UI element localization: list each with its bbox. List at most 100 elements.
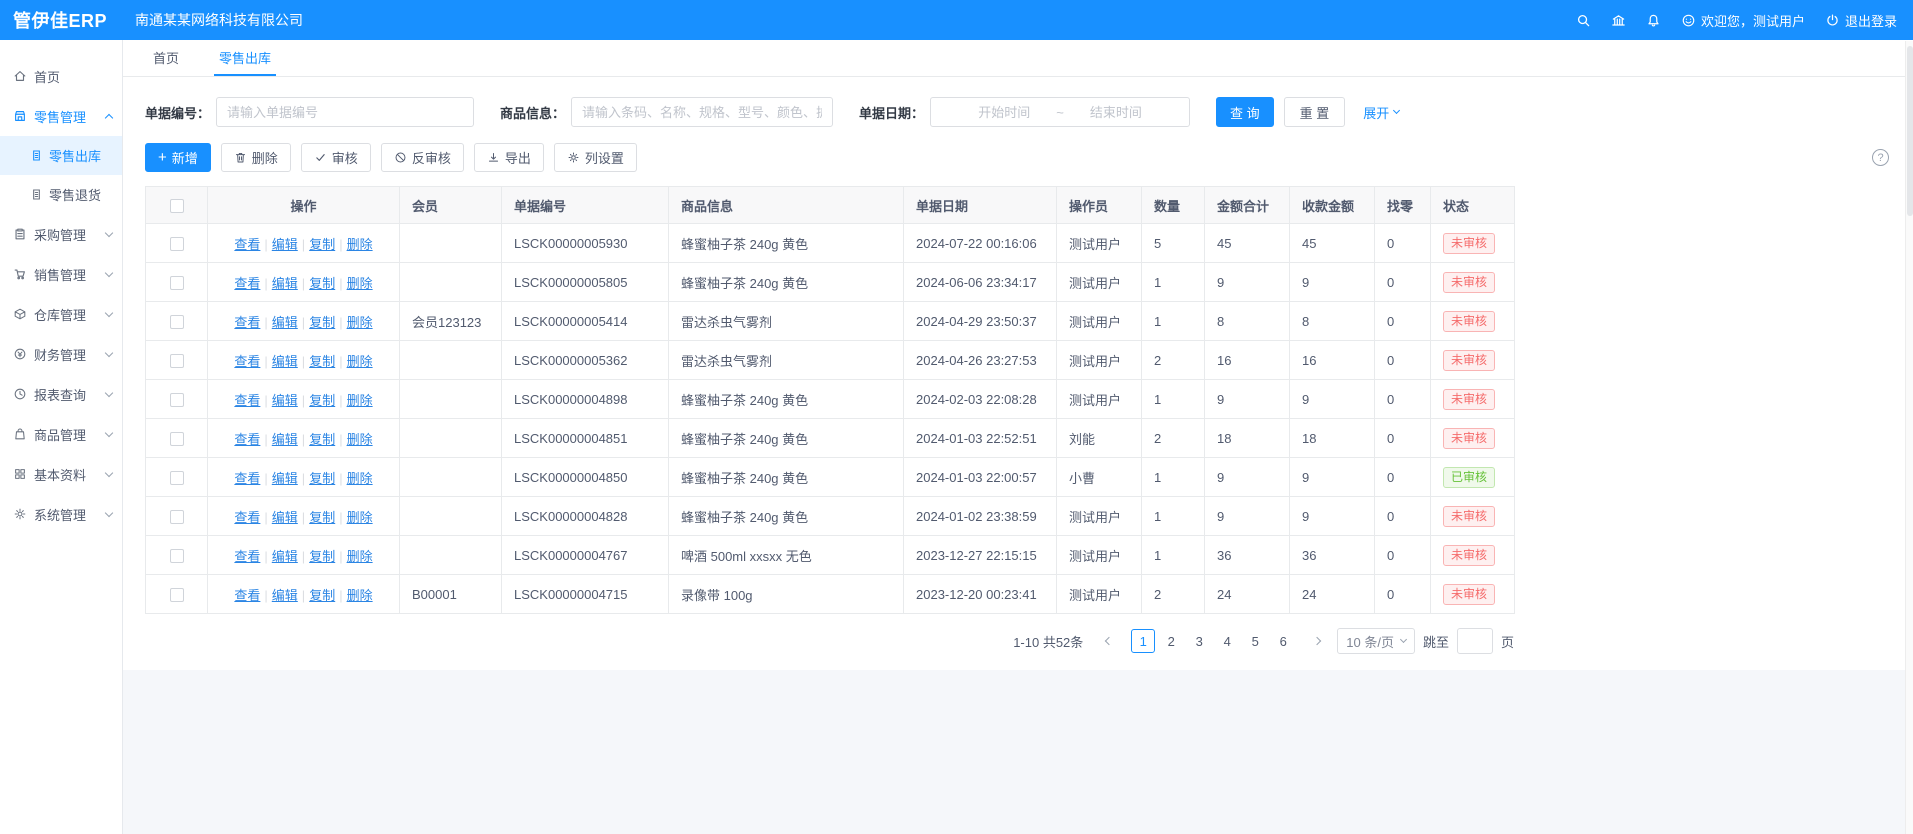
tab-home[interactable]: 首页 bbox=[148, 40, 184, 76]
sidebar-item-retail[interactable]: 零售管理 bbox=[0, 96, 122, 136]
user-welcome[interactable]: 欢迎您，测试用户 bbox=[1681, 11, 1805, 30]
reset-button[interactable]: 重 置 bbox=[1284, 97, 1346, 127]
row-action-view[interactable]: 查看 bbox=[234, 354, 260, 369]
page-number-4[interactable]: 4 bbox=[1215, 629, 1239, 653]
action-separator: | bbox=[302, 276, 305, 291]
add-button[interactable]: + 新增 bbox=[145, 143, 211, 172]
expand-filters-link[interactable]: 展开 bbox=[1363, 103, 1399, 122]
row-action-delete[interactable]: 删除 bbox=[347, 237, 373, 252]
row-action-view[interactable]: 查看 bbox=[234, 471, 260, 486]
row-checkbox[interactable] bbox=[170, 549, 184, 563]
product-info-input[interactable] bbox=[571, 97, 833, 127]
search-icon[interactable] bbox=[1576, 13, 1591, 28]
page-number-5[interactable]: 5 bbox=[1243, 629, 1267, 653]
row-action-delete[interactable]: 删除 bbox=[347, 393, 373, 408]
sidebar-item-warehouse[interactable]: 仓库管理 bbox=[0, 294, 122, 334]
page-size-select[interactable]: 10 条/页 bbox=[1337, 628, 1415, 654]
row-action-edit[interactable]: 编辑 bbox=[272, 354, 298, 369]
row-action-delete[interactable]: 删除 bbox=[347, 432, 373, 447]
column-header-amount: 金额合计 bbox=[1205, 187, 1290, 224]
unaudit-button[interactable]: 反审核 bbox=[381, 143, 464, 172]
row-action-copy[interactable]: 复制 bbox=[309, 549, 335, 564]
row-action-delete[interactable]: 删除 bbox=[347, 354, 373, 369]
sidebar-item-purchase[interactable]: 采购管理 bbox=[0, 214, 122, 254]
select-all-checkbox[interactable] bbox=[170, 199, 184, 213]
column-settings-button[interactable]: 列设置 bbox=[554, 143, 637, 172]
prev-page-button[interactable] bbox=[1097, 629, 1121, 653]
row-action-view[interactable]: 查看 bbox=[234, 588, 260, 603]
page-number-6[interactable]: 6 bbox=[1271, 629, 1295, 653]
sidebar-item-finance[interactable]: 财务管理 bbox=[0, 334, 122, 374]
page-number-1[interactable]: 1 bbox=[1131, 629, 1155, 653]
row-checkbox[interactable] bbox=[170, 354, 184, 368]
help-icon[interactable]: ? bbox=[1872, 149, 1889, 166]
row-action-edit[interactable]: 编辑 bbox=[272, 393, 298, 408]
row-action-delete[interactable]: 删除 bbox=[347, 315, 373, 330]
row-action-copy[interactable]: 复制 bbox=[309, 432, 335, 447]
page-number-2[interactable]: 2 bbox=[1159, 629, 1183, 653]
jump-page-input[interactable] bbox=[1457, 628, 1493, 654]
sidebar-item-basic-data[interactable]: 基本资料 bbox=[0, 454, 122, 494]
row-action-delete[interactable]: 删除 bbox=[347, 471, 373, 486]
row-action-view[interactable]: 查看 bbox=[234, 510, 260, 525]
row-action-view[interactable]: 查看 bbox=[234, 549, 260, 564]
row-action-copy[interactable]: 复制 bbox=[309, 588, 335, 603]
sidebar-item-goods[interactable]: 商品管理 bbox=[0, 414, 122, 454]
notification-bell-icon[interactable] bbox=[1646, 13, 1661, 28]
row-action-edit[interactable]: 编辑 bbox=[272, 588, 298, 603]
date-end-input[interactable] bbox=[1068, 105, 1164, 120]
row-action-delete[interactable]: 删除 bbox=[347, 549, 373, 564]
row-checkbox[interactable] bbox=[170, 471, 184, 485]
row-action-view[interactable]: 查看 bbox=[234, 276, 260, 291]
row-action-view[interactable]: 查看 bbox=[234, 237, 260, 252]
sidebar-item-retail-outbound[interactable]: 零售出库 bbox=[0, 136, 122, 175]
row-action-view[interactable]: 查看 bbox=[234, 315, 260, 330]
row-checkbox[interactable] bbox=[170, 588, 184, 602]
row-action-edit[interactable]: 编辑 bbox=[272, 315, 298, 330]
tab-retail-outbound[interactable]: 零售出库 bbox=[214, 40, 276, 76]
sidebar-item-reports[interactable]: 报表查询 bbox=[0, 374, 122, 414]
search-button[interactable]: 查 询 bbox=[1216, 97, 1274, 127]
sidebar-item-home[interactable]: 首页 bbox=[0, 56, 122, 96]
row-checkbox[interactable] bbox=[170, 237, 184, 251]
row-action-edit[interactable]: 编辑 bbox=[272, 471, 298, 486]
scrollbar-thumb[interactable] bbox=[1907, 46, 1913, 216]
row-action-copy[interactable]: 复制 bbox=[309, 471, 335, 486]
row-action-edit[interactable]: 编辑 bbox=[272, 549, 298, 564]
export-button[interactable]: 导出 bbox=[474, 143, 544, 172]
row-action-copy[interactable]: 复制 bbox=[309, 315, 335, 330]
page-number-3[interactable]: 3 bbox=[1187, 629, 1211, 653]
row-action-edit[interactable]: 编辑 bbox=[272, 432, 298, 447]
logout-button[interactable]: 退出登录 bbox=[1825, 11, 1897, 30]
row-action-delete[interactable]: 删除 bbox=[347, 276, 373, 291]
scrollbar[interactable] bbox=[1905, 41, 1913, 834]
row-action-view[interactable]: 查看 bbox=[234, 432, 260, 447]
toolbar: + 新增 删除 审核 反审核 bbox=[145, 143, 1891, 172]
sidebar-item-retail-return[interactable]: 零售退货 bbox=[0, 175, 122, 214]
row-checkbox[interactable] bbox=[170, 510, 184, 524]
row-action-view[interactable]: 查看 bbox=[234, 393, 260, 408]
row-checkbox[interactable] bbox=[170, 315, 184, 329]
date-start-input[interactable] bbox=[956, 105, 1052, 120]
row-action-copy[interactable]: 复制 bbox=[309, 276, 335, 291]
row-action-edit[interactable]: 编辑 bbox=[272, 237, 298, 252]
row-action-delete[interactable]: 删除 bbox=[347, 588, 373, 603]
sidebar-item-sales[interactable]: 销售管理 bbox=[0, 254, 122, 294]
row-action-copy[interactable]: 复制 bbox=[309, 510, 335, 525]
delete-button[interactable]: 删除 bbox=[221, 143, 291, 172]
row-action-copy[interactable]: 复制 bbox=[309, 354, 335, 369]
date-range-picker[interactable]: ~ bbox=[930, 97, 1190, 127]
row-action-edit[interactable]: 编辑 bbox=[272, 276, 298, 291]
row-action-delete[interactable]: 删除 bbox=[347, 510, 373, 525]
next-page-button[interactable] bbox=[1305, 629, 1329, 653]
row-action-copy[interactable]: 复制 bbox=[309, 393, 335, 408]
row-action-edit[interactable]: 编辑 bbox=[272, 510, 298, 525]
site-icon[interactable] bbox=[1611, 13, 1626, 28]
audit-button[interactable]: 审核 bbox=[301, 143, 371, 172]
row-checkbox[interactable] bbox=[170, 432, 184, 446]
sidebar-item-system[interactable]: 系统管理 bbox=[0, 494, 122, 534]
bill-no-input[interactable] bbox=[216, 97, 474, 127]
row-checkbox[interactable] bbox=[170, 276, 184, 290]
row-checkbox[interactable] bbox=[170, 393, 184, 407]
row-action-copy[interactable]: 复制 bbox=[309, 237, 335, 252]
